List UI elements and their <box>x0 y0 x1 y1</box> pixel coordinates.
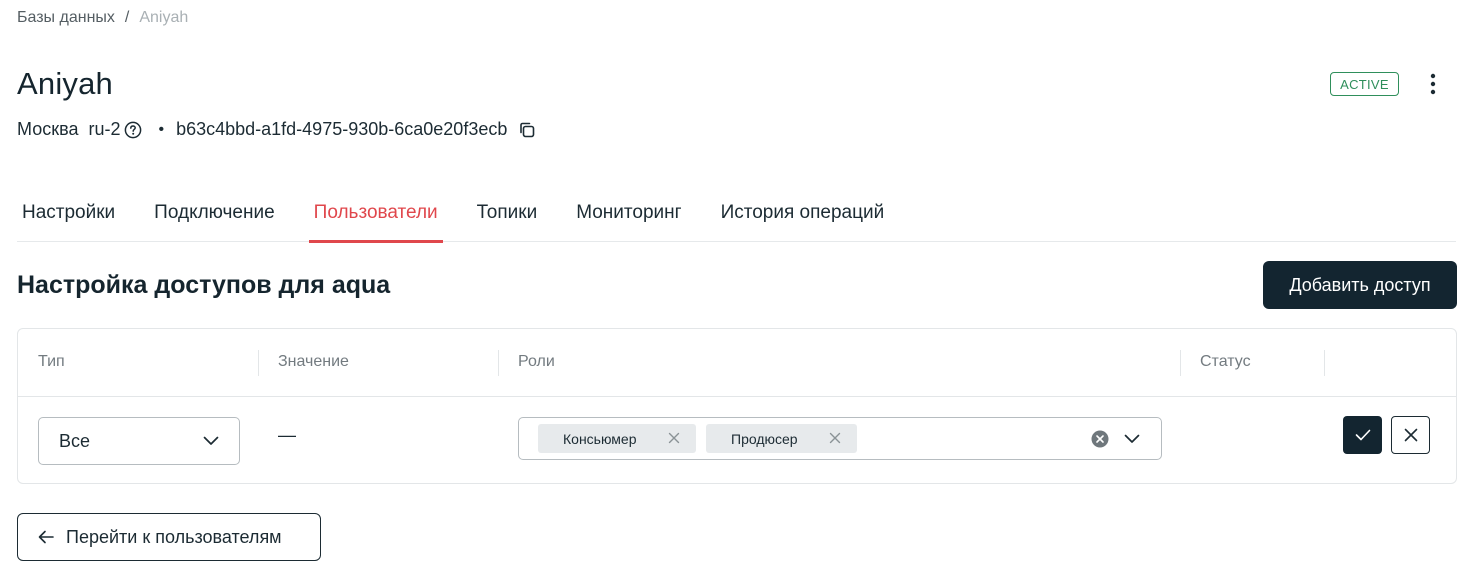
tab-users[interactable]: Пользователи <box>308 194 443 243</box>
breadcrumb-databases-link[interactable]: Базы данных <box>17 9 115 27</box>
copy-icon[interactable] <box>517 120 537 140</box>
database-id: b63c4bbd-a1fd-4975-930b-6ca0e20f3ecb <box>176 119 508 139</box>
column-divider <box>1324 350 1325 376</box>
breadcrumb-separator: / <box>124 9 130 26</box>
breadcrumb-current: Aniyah <box>139 9 189 26</box>
tab-connection[interactable]: Подключение <box>149 194 279 242</box>
role-chip-label: Продюсер <box>731 430 798 447</box>
tab-monitoring[interactable]: Мониторинг <box>571 194 686 242</box>
close-icon[interactable] <box>829 432 841 444</box>
value-cell: — <box>278 425 296 445</box>
meta-separator: • <box>158 120 165 138</box>
tab-bar: Настройки Подключение Пользователи Топик… <box>17 194 1456 243</box>
type-select-value: Все <box>59 430 91 451</box>
chevron-down-icon[interactable] <box>1124 430 1140 444</box>
tab-topics[interactable]: Топики <box>472 194 543 242</box>
help-icon[interactable] <box>124 121 142 139</box>
city-label: Москва <box>17 119 79 139</box>
go-to-users-label: Перейти к пользователям <box>66 526 282 547</box>
more-menu-button[interactable] <box>1420 71 1446 97</box>
chevron-down-icon <box>203 436 219 445</box>
confirm-button[interactable] <box>1343 416 1382 454</box>
role-chip-label: Консьюмер <box>563 430 637 447</box>
access-table: Тип Значение Роли Статус Все — Консьюмер… <box>17 328 1457 484</box>
arrow-left-icon <box>38 530 54 544</box>
column-header-status: Статус <box>1200 353 1251 370</box>
breadcrumb: Базы данных / Aniyah <box>17 9 188 27</box>
close-icon[interactable] <box>668 432 680 444</box>
add-access-button[interactable]: Добавить доступ <box>1263 261 1457 309</box>
cancel-button[interactable] <box>1391 416 1430 454</box>
section-title: Настройка доступов для aqua <box>17 271 391 299</box>
role-chip-consumer: Консьюмер <box>538 424 696 453</box>
more-vertical-icon <box>1430 73 1436 95</box>
column-divider <box>498 350 499 376</box>
column-header-value: Значение <box>278 353 349 370</box>
table-header: Тип Значение Роли Статус <box>18 329 1456 397</box>
column-header-roles: Роли <box>518 353 555 370</box>
database-meta: Москва ru-2 • b63c4bbd-a1fd-4975-930b-6c… <box>17 119 537 140</box>
roles-multiselect[interactable]: Консьюмер Продюсер <box>518 417 1162 460</box>
column-divider <box>1180 350 1181 376</box>
type-select[interactable]: Все <box>38 417 240 465</box>
region-label: ru-2 <box>88 119 121 139</box>
page-title: Aniyah <box>17 66 113 101</box>
close-icon <box>1404 428 1417 442</box>
status-badge: ACTIVE <box>1330 72 1399 96</box>
check-icon <box>1355 429 1370 441</box>
role-chip-producer: Продюсер <box>706 424 857 453</box>
column-header-type: Тип <box>38 353 65 370</box>
column-divider <box>258 350 259 376</box>
tab-operations-history[interactable]: История операций <box>716 194 890 242</box>
tab-settings[interactable]: Настройки <box>17 194 120 242</box>
go-to-users-button[interactable]: Перейти к пользователям <box>17 513 321 561</box>
clear-icon[interactable] <box>1091 430 1109 448</box>
